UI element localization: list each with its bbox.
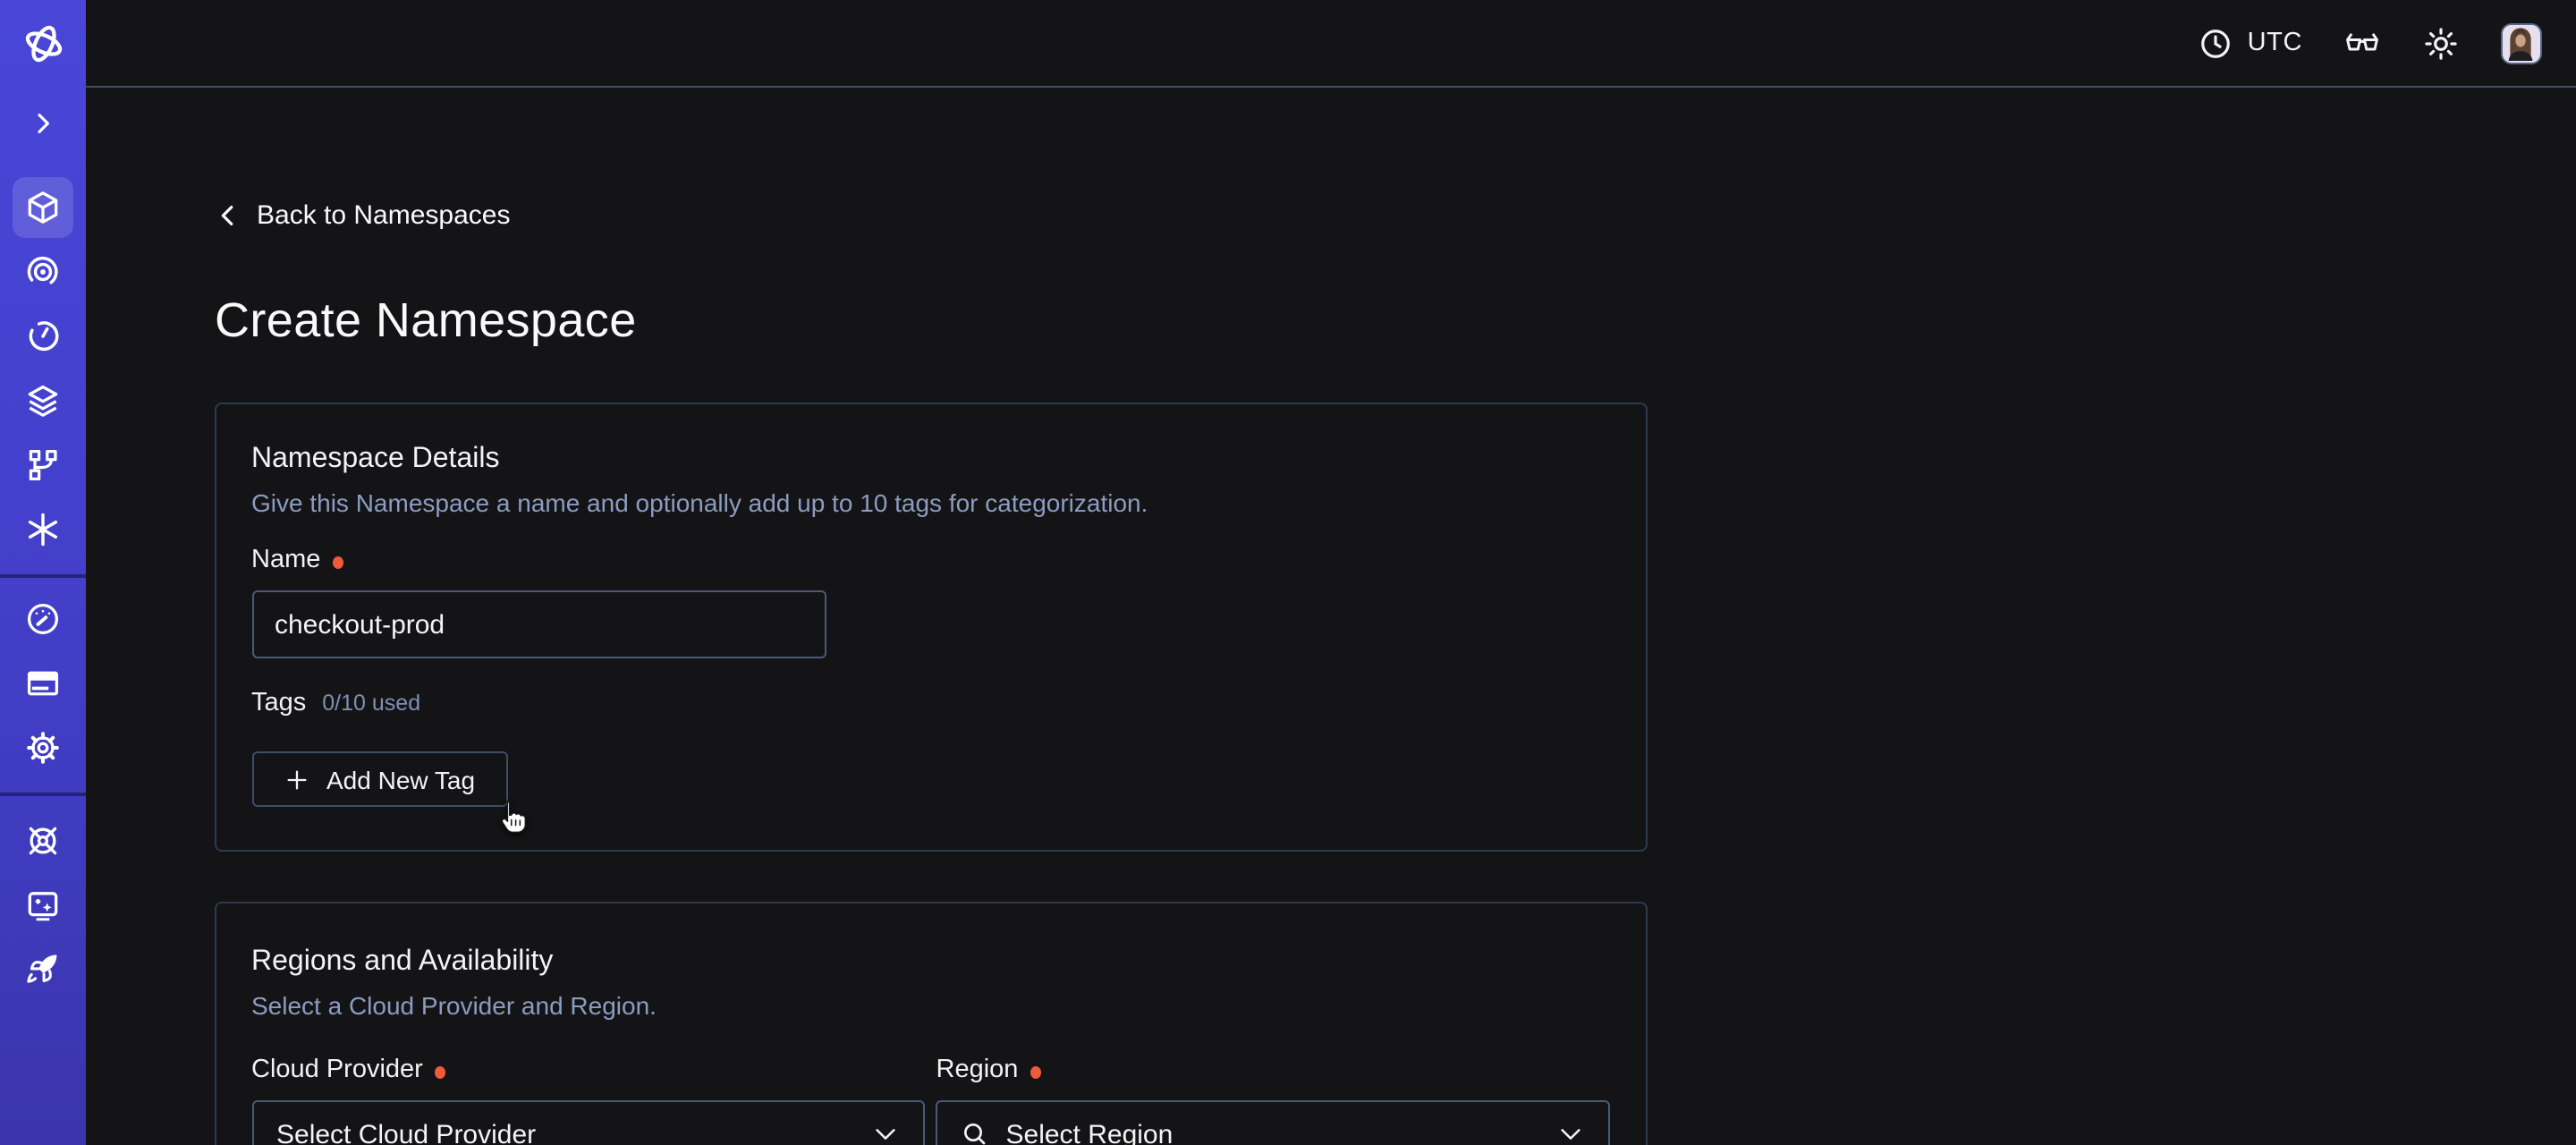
spiral-icon: [23, 252, 63, 292]
rocket-icon: [23, 950, 63, 989]
search-icon: [962, 1120, 990, 1145]
region-value: Select Region: [1006, 1119, 1174, 1145]
add-new-tag-button[interactable]: Add New Tag: [251, 751, 507, 807]
name-label: Name: [251, 546, 320, 574]
sidebar-divider: [0, 574, 86, 578]
required-dot: [1030, 1065, 1041, 1078]
chevron-left-icon: [214, 202, 241, 229]
theme-toggle-button[interactable]: [2422, 24, 2460, 62]
cloud-provider-label: Cloud Provider: [251, 1056, 423, 1084]
namespace-details-card: Namespace Details Give this Namespace a …: [214, 403, 1647, 852]
sidebar-item-usage[interactable]: [13, 589, 73, 649]
user-avatar[interactable]: [2501, 22, 2542, 64]
regions-availability-card: Regions and Availability Select a Cloud …: [214, 902, 1647, 1145]
timer-icon: [23, 317, 63, 356]
region-select[interactable]: Select Region: [936, 1100, 1610, 1145]
sidebar-item-namespaces[interactable]: [13, 177, 73, 238]
tags-usage-count: 0/10 used: [322, 691, 420, 716]
back-label: Back to Namespaces: [257, 200, 510, 231]
cloud-provider-value: Select Cloud Provider: [276, 1119, 536, 1145]
cloud-provider-select[interactable]: Select Cloud Provider: [251, 1100, 925, 1145]
sidebar-item-workflows[interactable]: [13, 242, 73, 302]
branch-icon: [23, 445, 63, 485]
sidebar-item-batch-operations[interactable]: [13, 435, 73, 496]
sidebar-expand-button[interactable]: [23, 104, 63, 143]
region-label: Region: [936, 1056, 1019, 1084]
layers-icon: [23, 381, 63, 420]
card-subtitle: Give this Namespace a name and optionall…: [251, 488, 1609, 517]
sparkle-screen-icon: [23, 886, 63, 925]
sidebar-item-nexus[interactable]: [13, 499, 73, 560]
sidebar-item-schedules[interactable]: [13, 306, 73, 367]
sun-icon: [2422, 24, 2460, 62]
chevron-down-icon: [1555, 1120, 1584, 1145]
card-title: Namespace Details: [251, 444, 1609, 476]
app-window: UTC: [0, 0, 2576, 1145]
page-title: Create Namespace: [215, 293, 2576, 349]
sidebar: [0, 0, 86, 1145]
avatar-portrait: [2503, 24, 2538, 60]
credit-card-icon: [23, 664, 63, 703]
tags-label: Tags: [251, 689, 306, 717]
temporal-logo-icon[interactable]: [19, 20, 67, 68]
sidebar-item-release-notes[interactable]: [13, 875, 73, 936]
sidebar-item-billing[interactable]: [13, 653, 73, 714]
card-subtitle: Select a Cloud Provider and Region.: [251, 991, 1609, 1020]
sidebar-item-getting-started[interactable]: [13, 939, 73, 1000]
sidebar-item-support[interactable]: [13, 810, 73, 871]
gauge-icon: [23, 599, 63, 639]
required-dot: [333, 556, 343, 568]
gear-icon: [23, 728, 63, 768]
sidebar-item-settings[interactable]: [13, 717, 73, 778]
timezone-selector[interactable]: UTC: [2199, 26, 2302, 60]
back-to-namespaces-link[interactable]: Back to Namespaces: [214, 200, 510, 231]
add-new-tag-label: Add New Tag: [326, 765, 475, 793]
namespace-name-input[interactable]: [251, 590, 826, 658]
labs-toggle-button[interactable]: [2343, 24, 2381, 62]
main-content: Back to Namespaces Create Namespace Name…: [86, 88, 2576, 1145]
plus-icon: [284, 767, 309, 792]
chevron-right-icon: [29, 109, 57, 138]
ship-wheel-icon: [23, 821, 63, 861]
timezone-label: UTC: [2248, 29, 2302, 57]
asterisk-icon: [23, 510, 63, 549]
sidebar-divider: [0, 793, 86, 796]
chevron-down-icon: [871, 1120, 900, 1145]
cube-icon: [23, 188, 63, 227]
sidebar-item-deployments[interactable]: [13, 370, 73, 431]
required-dot: [436, 1065, 446, 1078]
topbar: UTC: [86, 0, 2576, 88]
card-title: Regions and Availability: [251, 946, 1609, 979]
clock-icon: [2199, 26, 2233, 60]
glasses-icon: [2343, 24, 2381, 62]
